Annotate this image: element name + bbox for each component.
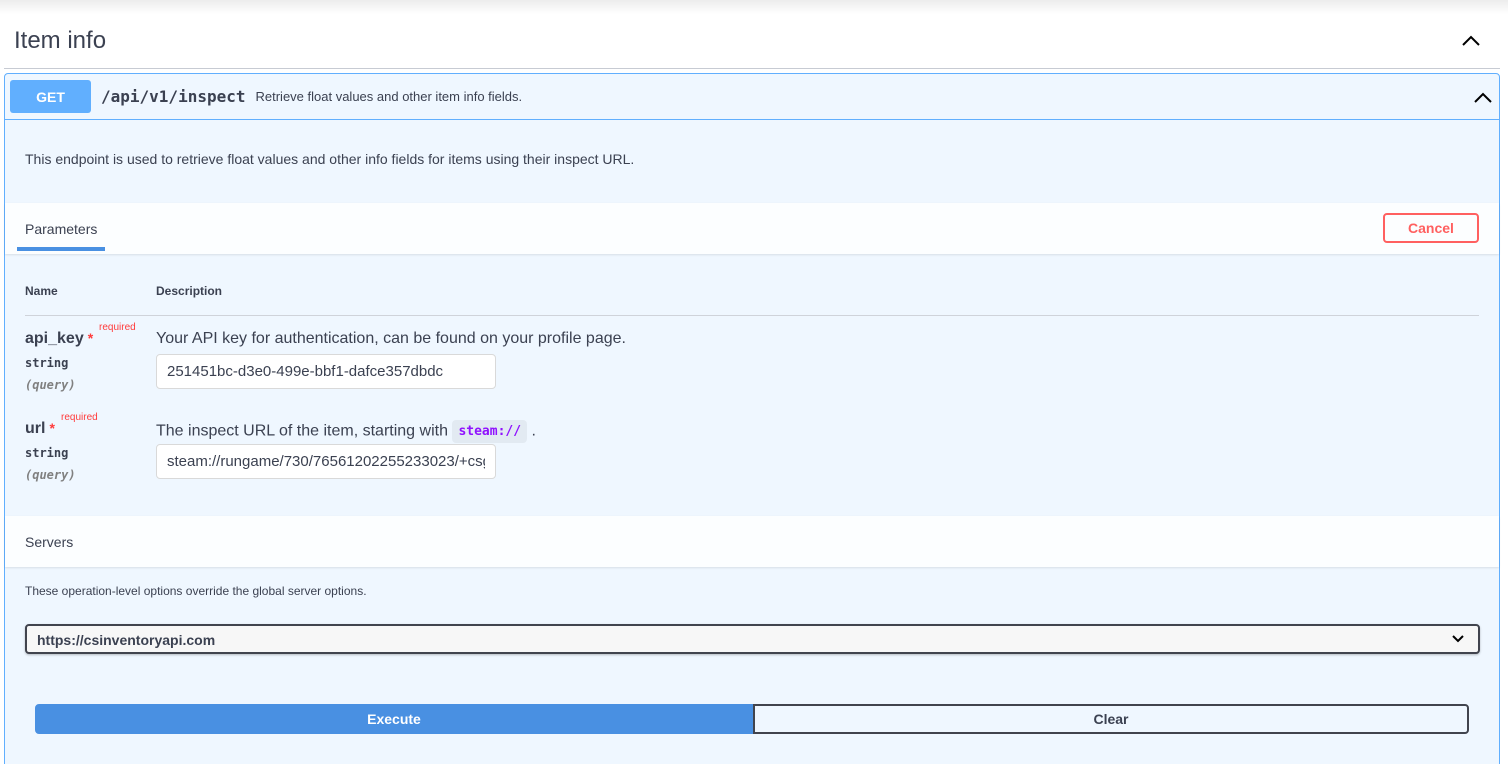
url-input[interactable] bbox=[156, 444, 496, 479]
servers-label: Servers bbox=[25, 533, 74, 550]
operation-summary-text: Retrieve float values and other item inf… bbox=[255, 89, 523, 104]
header-divider bbox=[25, 315, 1479, 316]
top-shadow bbox=[0, 0, 1508, 14]
cancel-button[interactable]: Cancel bbox=[1383, 213, 1479, 243]
server-select[interactable]: https://csinventoryapi.com bbox=[25, 624, 1480, 654]
parameters-header: Parameters Cancel bbox=[5, 203, 1499, 254]
execute-button[interactable]: Execute bbox=[35, 704, 753, 734]
required-label: required bbox=[61, 412, 98, 423]
api-key-input[interactable] bbox=[156, 354, 496, 389]
tag-title: Item info bbox=[14, 27, 107, 54]
tag-section-header[interactable]: Item info bbox=[4, 14, 1500, 69]
tab-active-indicator bbox=[17, 247, 105, 251]
method-badge: GET bbox=[10, 80, 91, 113]
parameter-type: string bbox=[25, 356, 69, 370]
operation-path: /api/v1/inspect bbox=[101, 87, 246, 106]
column-header-description: Description bbox=[156, 284, 223, 298]
parameter-name: api_key * bbox=[25, 330, 94, 347]
execute-button-group: Execute Clear bbox=[35, 704, 1469, 734]
server-selected-value: https://csinventoryapi.com bbox=[37, 632, 216, 648]
parameter-name: url * bbox=[25, 420, 55, 437]
required-label: required bbox=[99, 322, 136, 333]
operation-block-get: GET /api/v1/inspect Retrieve float value… bbox=[4, 73, 1500, 764]
column-header-name: Name bbox=[25, 284, 58, 298]
servers-note: These operation-level options override t… bbox=[25, 584, 367, 598]
chevron-up-icon[interactable] bbox=[1460, 32, 1482, 48]
operation-summary[interactable]: GET /api/v1/inspect Retrieve float value… bbox=[5, 74, 1499, 120]
parameter-location: (query) bbox=[25, 468, 76, 482]
parameter-description: The inspect URL of the item, starting wi… bbox=[156, 420, 536, 443]
servers-header: Servers bbox=[5, 516, 1499, 567]
parameter-description: Your API key for authentication, can be … bbox=[156, 330, 626, 347]
chevron-up-icon[interactable] bbox=[1473, 89, 1493, 105]
parameter-location: (query) bbox=[25, 378, 76, 392]
inline-code: steam:// bbox=[452, 420, 528, 443]
clear-button[interactable]: Clear bbox=[753, 704, 1469, 734]
parameter-type: string bbox=[25, 446, 69, 460]
operation-description: This endpoint is used to retrieve float … bbox=[25, 151, 635, 167]
chevron-down-icon bbox=[1452, 635, 1464, 643]
